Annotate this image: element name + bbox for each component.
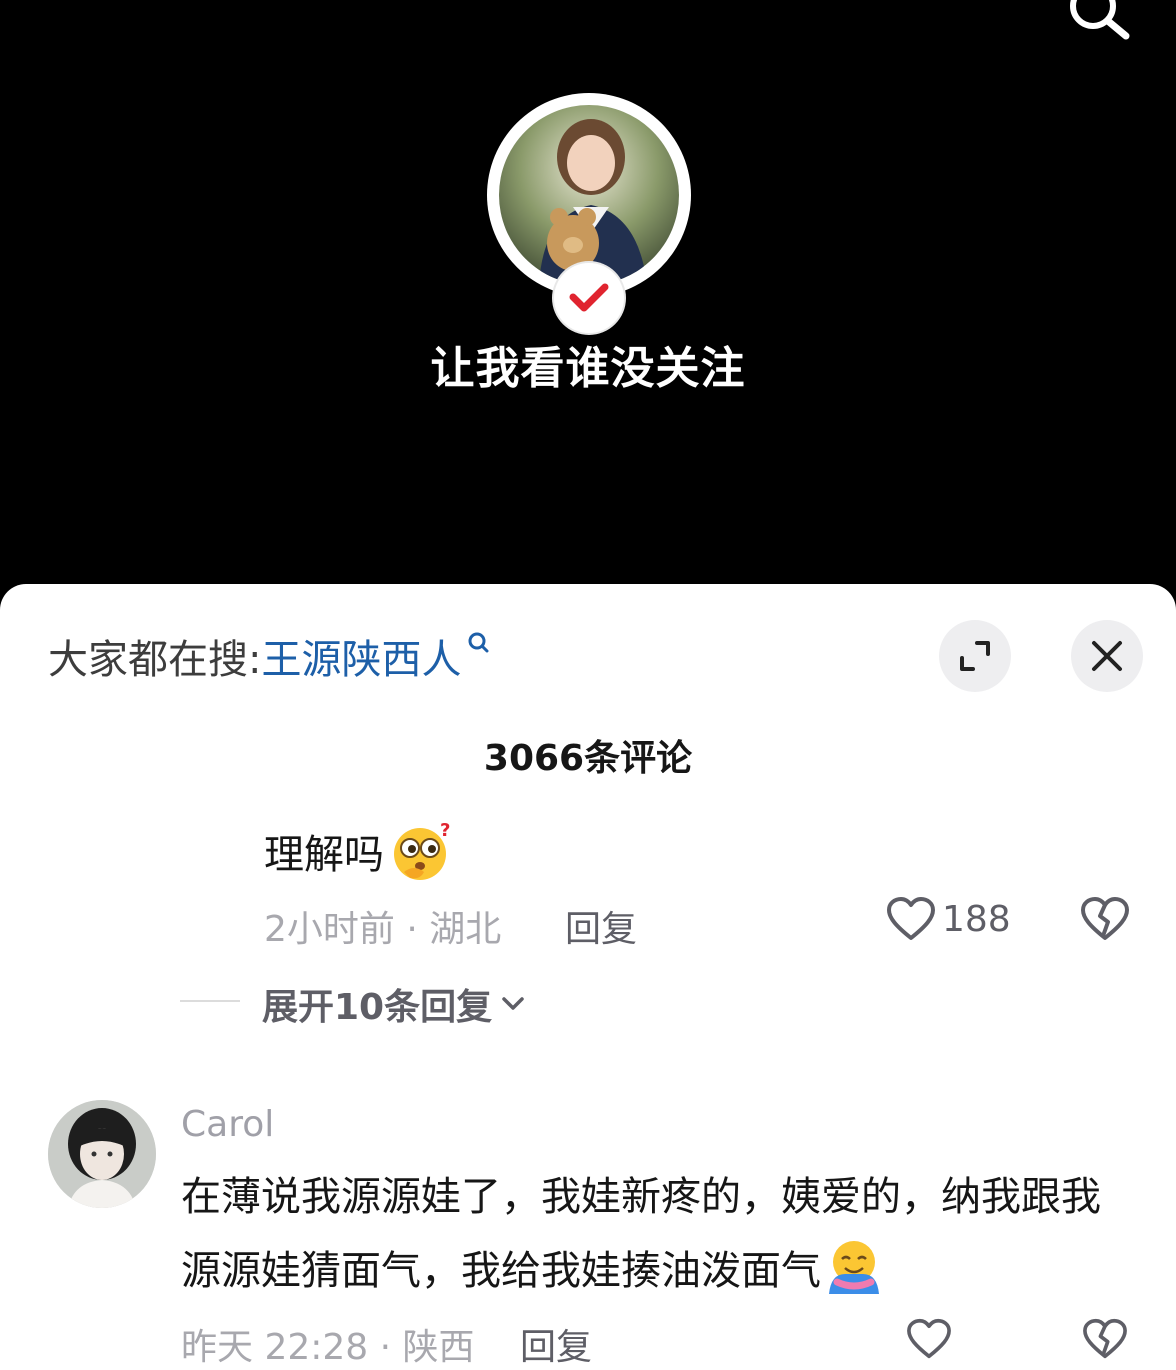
- expand-icon: [960, 641, 990, 671]
- follow-status-badge[interactable]: [554, 263, 624, 333]
- close-icon: [1092, 641, 1122, 671]
- trending-term-link[interactable]: 王源陕西人: [261, 627, 461, 685]
- reply-button[interactable]: 回复: [565, 900, 637, 952]
- expand-sheet-button[interactable]: [939, 620, 1011, 692]
- dislike-button[interactable]: [1080, 896, 1130, 946]
- heart-icon: [907, 1318, 951, 1359]
- comment-body: 在薄说我源源娃了，我娃新疼的，姨爱的，纳我跟我源源娃猜面气，我给我娃揍油泼面气: [181, 1174, 1101, 1294]
- comment-author[interactable]: Carol: [181, 1104, 274, 1145]
- search-button[interactable]: [1060, 0, 1136, 48]
- like-button[interactable]: [906, 1318, 952, 1360]
- comment-body: 理解吗: [264, 832, 384, 878]
- like-button[interactable]: 188: [886, 896, 1011, 942]
- replies-divider: [180, 1000, 240, 1002]
- video-player[interactable]: 让我看谁没关注: [0, 0, 1176, 600]
- comment-text: 理解吗 ?: [264, 820, 454, 882]
- check-icon: [569, 283, 609, 312]
- comment-count: 3066条评论: [483, 738, 693, 779]
- svg-text:?: ?: [440, 820, 450, 841]
- like-count: 188: [942, 898, 1011, 940]
- comment-time-location: 2小时前 · 湖北: [264, 909, 502, 950]
- chevron-down-icon: [502, 997, 524, 1010]
- broken-heart-icon: [1083, 1318, 1127, 1359]
- search-icon: [1070, 0, 1130, 40]
- broken-heart-icon: [1081, 897, 1129, 940]
- comment-sheet: 大家都在搜: 王源陕西人 3066条评论 理解吗 ? 2小时前 · 湖北 回复 …: [0, 584, 1176, 1370]
- thinking-face-emoji: ?: [394, 820, 450, 880]
- comment-text: 在薄说我源源娃了，我娃新疼的，姨爱的，纳我跟我源源娃猜面气，我给我娃揍油泼面气: [181, 1160, 1121, 1308]
- trending-prefix: 大家都在搜:: [48, 637, 262, 683]
- creator-avatar-image: [499, 105, 679, 285]
- close-sheet-button[interactable]: [1071, 620, 1143, 692]
- hugging-face-emoji: [829, 1241, 879, 1294]
- video-caption: 让我看谁没关注: [430, 343, 746, 394]
- comment-time-location: 昨天 22:28 · 陕西: [181, 1327, 475, 1368]
- expand-replies-button[interactable]: 展开10条回复: [262, 978, 526, 1030]
- expand-replies-label: 展开10条回复: [262, 987, 493, 1028]
- user-avatar-image: [48, 1100, 156, 1208]
- search-icon: [468, 632, 489, 653]
- heart-icon: [887, 897, 935, 940]
- dislike-button[interactable]: [1082, 1318, 1128, 1364]
- reply-button[interactable]: 回复: [520, 1318, 592, 1370]
- trending-search[interactable]: 大家都在搜: 王源陕西人: [48, 624, 489, 688]
- avatar[interactable]: [48, 1100, 156, 1208]
